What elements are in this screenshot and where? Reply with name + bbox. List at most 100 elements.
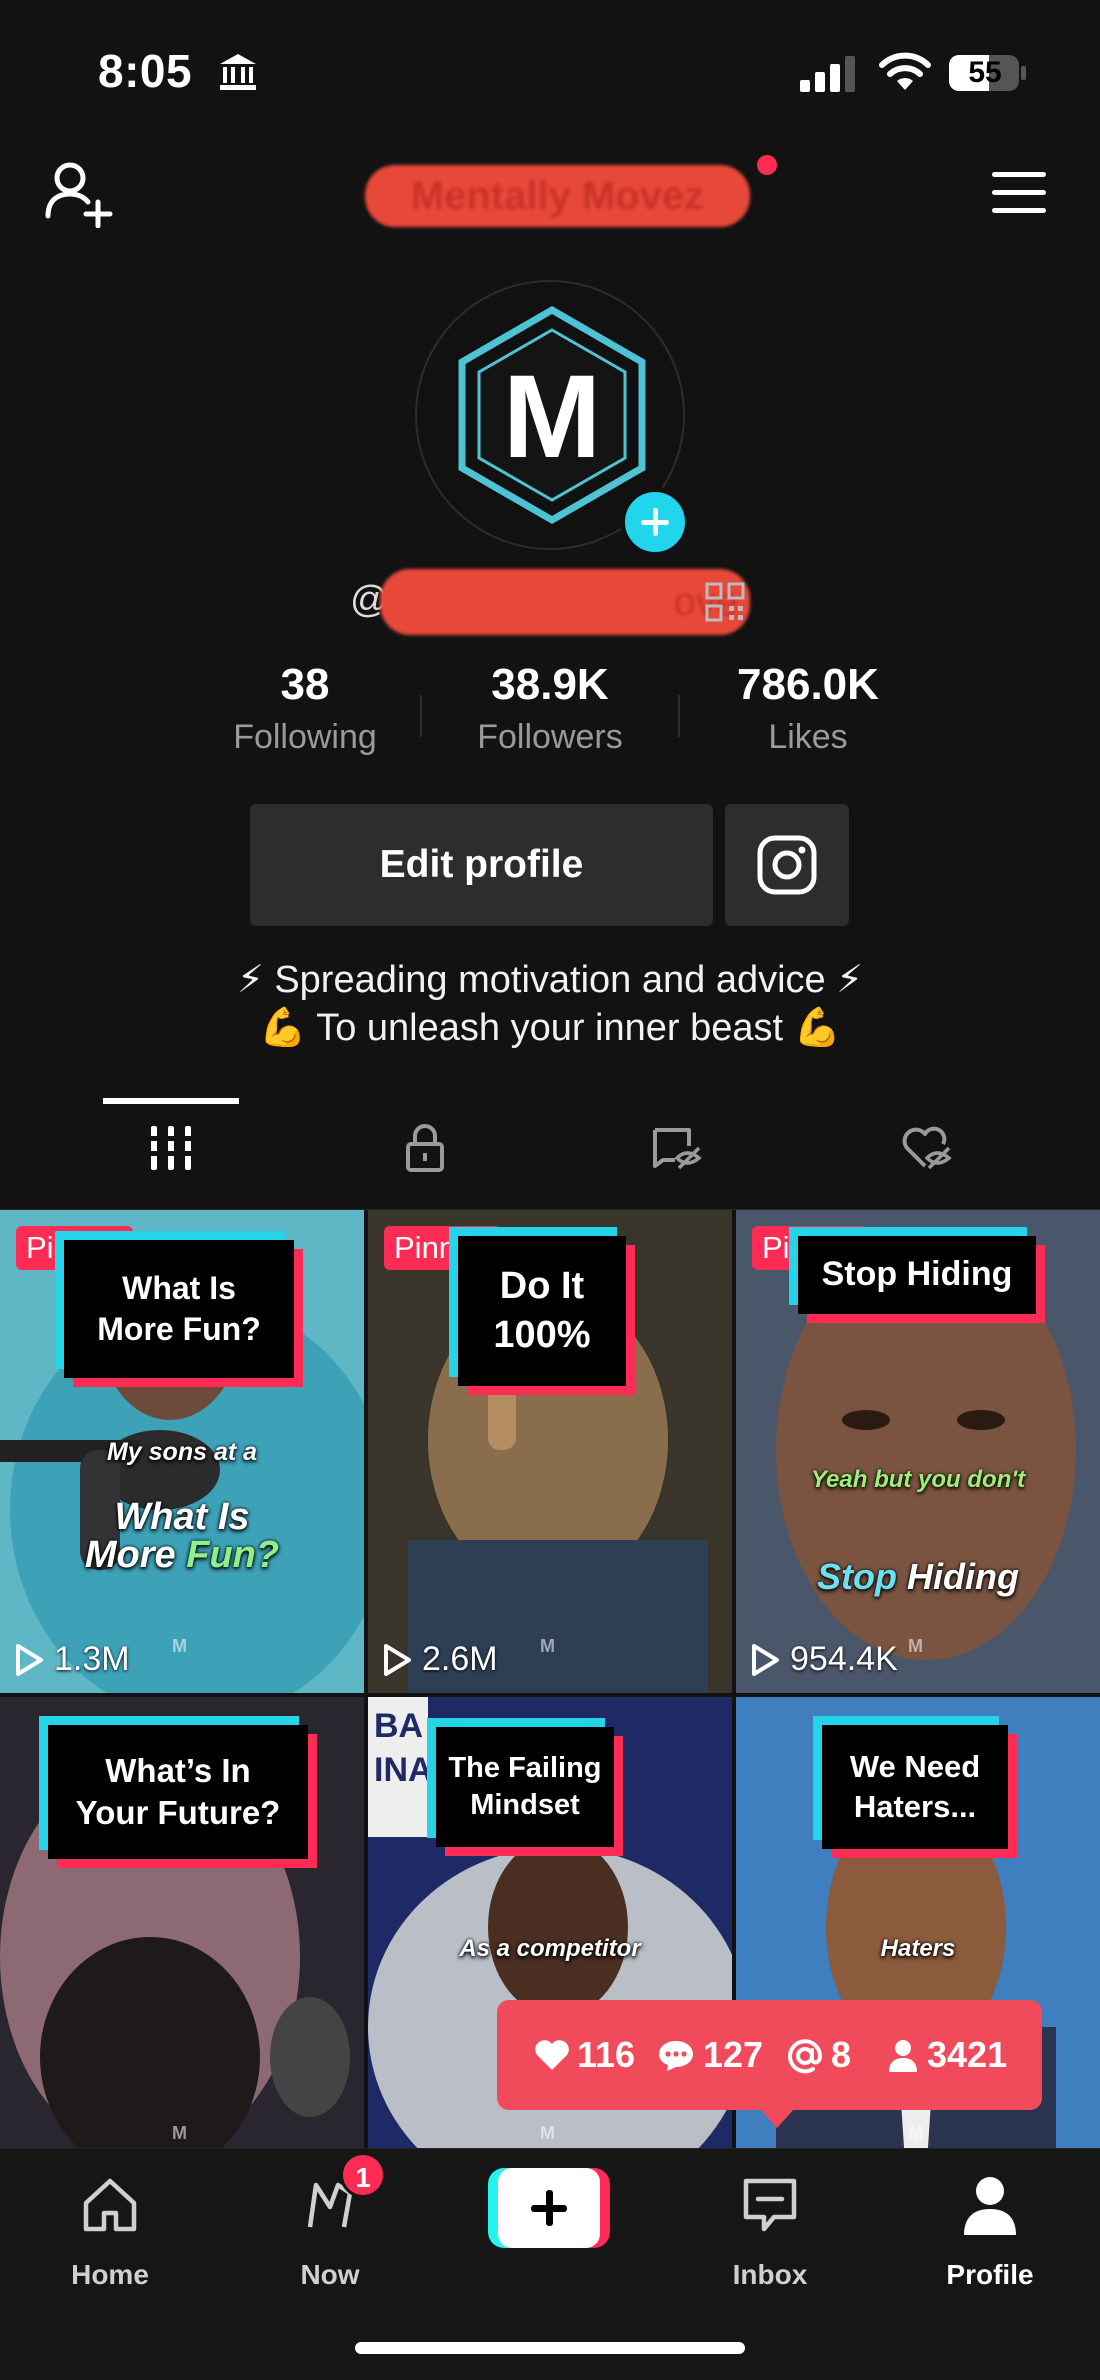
stat-followers[interactable]: 38.9K Followers <box>445 660 655 757</box>
tab-reposts[interactable] <box>550 1100 800 1200</box>
status-bar: 8:05 55 <box>0 0 1100 140</box>
view-count: 1.3M <box>14 1640 130 1679</box>
view-count: 2.6M <box>382 1640 498 1679</box>
popup-comments: 127 <box>657 2030 767 2080</box>
stat-divider <box>678 695 680 737</box>
nav-inbox-label: Inbox <box>732 2259 808 2290</box>
video-caption-large: What Is More Fun? <box>0 1498 364 1574</box>
video-title-line: Mindset <box>470 1789 580 1821</box>
play-icon <box>16 1643 43 1676</box>
popup-comments-value: 127 <box>703 2034 764 2075</box>
video-title-line: Stop Hiding <box>821 1255 1013 1294</box>
watermark: M <box>908 1636 923 1656</box>
followers-label: Followers <box>477 718 623 756</box>
video-caption-line: More Fun? <box>0 1536 364 1574</box>
popup-followers: 3421 <box>887 2030 1027 2080</box>
caption-word-highlight: Fun? <box>186 1534 280 1576</box>
nav-home[interactable]: Home <box>20 2163 200 2303</box>
profile-name-redacted[interactable]: Mentally Movez <box>365 165 750 227</box>
video-title-card: Stop Hiding <box>798 1236 1036 1314</box>
background-sign-text: INA <box>374 1751 433 1789</box>
create-plus-icon <box>498 2168 600 2248</box>
hamburger-menu-icon[interactable] <box>990 168 1048 218</box>
content-tabs <box>0 1100 1100 1210</box>
now-notification-badge: 1 <box>340 2152 386 2198</box>
view-count-value: 1.3M <box>54 1640 130 1678</box>
home-indicator[interactable] <box>355 2342 745 2354</box>
video-thumbnail[interactable]: Pinned Stop Hiding Yeah but you don't St… <box>736 1210 1100 1693</box>
mention-icon <box>788 2039 823 2074</box>
profile-icon <box>964 2177 1016 2235</box>
view-count: 954.4K <box>750 1640 898 1679</box>
watermark: M <box>908 2123 923 2143</box>
hidden-heart-icon <box>902 1126 952 1170</box>
view-count-value: 2.6M <box>422 1640 498 1678</box>
stat-following[interactable]: 38 Following <box>200 660 410 757</box>
video-caption: Haters <box>880 1935 956 1962</box>
comment-icon <box>659 2041 693 2071</box>
video-caption-large: Stop Hiding <box>736 1556 1100 1598</box>
nav-inbox[interactable]: Inbox <box>680 2163 860 2303</box>
video-title-line: We Need <box>849 1749 981 1785</box>
caption-word: Hiding <box>907 1556 1019 1597</box>
video-thumbnail[interactable]: Pinned Do It 100% M 2.6M <box>368 1210 732 1693</box>
tab-private[interactable] <box>300 1100 550 1200</box>
create-plus-button[interactable] <box>488 2168 610 2248</box>
avatar-letter: M <box>503 351 601 483</box>
nav-profile-label: Profile <box>946 2259 1034 2290</box>
caption-word-highlight: Stop <box>817 1556 907 1597</box>
nav-now-label: Now <box>300 2259 360 2290</box>
qr-code-icon[interactable] <box>705 582 745 622</box>
view-count-value: 954.4K <box>790 1640 898 1678</box>
likes-label: Likes <box>768 718 848 756</box>
status-time: 8:05 <box>98 45 193 97</box>
watermark: M <box>172 2123 187 2143</box>
video-title-line: More Fun? <box>97 1311 261 1347</box>
popup-mentions: 8 <box>787 2030 867 2080</box>
person-plus-icon[interactable] <box>42 158 116 228</box>
video-caption: As a competitor <box>459 1935 641 1962</box>
username-row[interactable]: @ ove <box>350 565 750 637</box>
grid-icon <box>145 1126 197 1170</box>
profile-stats: 38 Following 38.9K Followers 786.0K Like… <box>200 660 900 770</box>
video-title-card: The Failing Mindset <box>436 1727 614 1847</box>
followers-count: 38.9K <box>491 660 609 709</box>
popup-followers-value: 3421 <box>927 2034 1008 2075</box>
tab-videos[interactable] <box>46 1100 296 1200</box>
notification-dot <box>757 155 777 175</box>
stat-likes[interactable]: 786.0K Likes <box>703 660 913 757</box>
wifi-icon <box>879 52 931 90</box>
video-caption: Yeah but you don't <box>810 1466 1026 1493</box>
video-thumbnail[interactable]: Pinned What Is More Fun? My sons at a Wh… <box>0 1210 364 1693</box>
nav-home-label: Home <box>71 2259 149 2290</box>
following-count: 38 <box>280 660 330 709</box>
tab-liked[interactable] <box>800 1100 1050 1200</box>
caption-word: More <box>84 1534 187 1576</box>
following-label: Following <box>233 718 377 756</box>
bio-line-1: ⚡ Spreading motivation and advice ⚡ <box>237 959 863 1001</box>
add-avatar-button[interactable] <box>620 487 690 557</box>
play-icon <box>752 1643 779 1676</box>
video-thumbnail[interactable]: What’s In Your Future? M 206 <box>0 1697 364 2150</box>
person-icon <box>889 2040 917 2072</box>
nav-profile[interactable]: Profile <box>900 2163 1080 2303</box>
handle-redacted: ove <box>380 569 750 635</box>
profile-bio: ⚡ Spreading motivation and advice ⚡ 💪 To… <box>0 956 1100 1052</box>
instagram-icon <box>757 835 817 895</box>
bio-line-2: 💪 To unleash your inner beast 💪 <box>259 1007 841 1049</box>
play-icon <box>384 1643 411 1676</box>
cellular-signal-icon <box>800 56 855 92</box>
video-title-line: Your Future? <box>75 1794 281 1831</box>
watermark: M <box>172 1636 187 1656</box>
video-title-line: The Failing <box>448 1751 602 1784</box>
video-title-line: Haters... <box>853 1789 977 1824</box>
popup-mentions-value: 8 <box>831 2034 852 2075</box>
video-title-card: We Need Haters... <box>822 1725 1008 1849</box>
video-stats-popup[interactable]: 116 127 8 3421 <box>497 2000 1042 2128</box>
nav-now[interactable]: Now <box>240 2163 420 2303</box>
video-title-card: What’s In Your Future? <box>48 1725 308 1859</box>
home-icon <box>83 2178 137 2232</box>
inbox-icon <box>743 2178 797 2232</box>
edit-profile-button[interactable]: Edit profile <box>250 804 713 926</box>
instagram-button[interactable] <box>725 804 849 926</box>
